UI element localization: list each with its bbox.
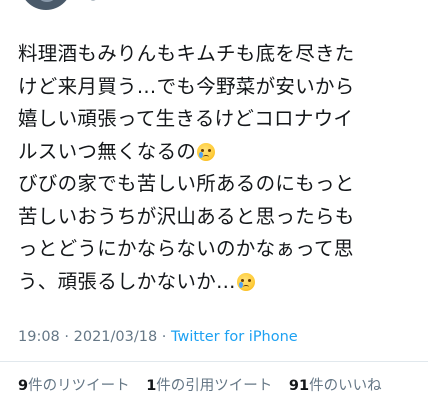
tweet-detail: @... 料理酒もみりんもキムチも底を尽きた けど来月買う…でも今野菜が安いから…: [0, 0, 428, 400]
meta-separator: ·: [59, 329, 74, 345]
tweet-time[interactable]: 19:08: [18, 329, 60, 345]
retweets-label: 件のリツイート: [28, 378, 130, 394]
tweet-line-4-wrap: ルスいつ無くなるの: [18, 136, 422, 169]
retweets-count: 9: [18, 378, 29, 394]
tweet-stats: 9件のリツイート 1件の引用ツイート 91件のいいね: [18, 374, 394, 395]
tweet-date[interactable]: 2021/03/18: [74, 329, 158, 345]
tweet-line-6: 苦しいおうちが沢山あると思ったらも: [18, 204, 355, 228]
quotes-stat[interactable]: 1件の引用ツイート: [146, 374, 272, 395]
tweet-line-7: っとどうにかならないのかなぁって思: [18, 237, 354, 260]
crying-face-icon: [236, 272, 255, 291]
tweet-line-2: けど来月買う…でも今野菜が安いから: [18, 74, 355, 98]
crying-face-icon: [197, 142, 216, 161]
quotes-count: 1: [146, 378, 157, 394]
likes-label: 件のいいね: [309, 378, 382, 394]
tweet-line-1: 料理酒もみりんもキムチも底を尽きた: [18, 42, 355, 65]
tweet-line-5: びびの家でも苦しい所あるのにもっと: [18, 172, 355, 195]
tweet-line-8-wrap: う、頑張るしかないか…: [18, 266, 422, 299]
tweet-line-3: 嬉しい頑張って生きるけどコロナウイ: [18, 107, 354, 130]
avatar[interactable]: [20, 0, 72, 10]
likes-stat[interactable]: 91件のいいね: [289, 374, 382, 395]
divider: [0, 361, 428, 362]
tweet-meta: 19:08 · 2021/03/18 · Twitter for iPhone: [18, 329, 298, 345]
retweets-stat[interactable]: 9件のリツイート: [18, 374, 130, 395]
tweet-text: 料理酒もみりんもキムチも底を尽きた けど来月買う…でも今野菜が安いから 嬉しい頑…: [18, 38, 422, 298]
author-handle[interactable]: @...: [86, 0, 113, 2]
quotes-label: 件の引用ツイート: [156, 378, 273, 394]
tweet-header: @...: [0, 0, 428, 10]
tweet-line-4: ルスいつ無くなるの: [18, 139, 197, 163]
likes-count: 91: [288, 378, 310, 394]
tweet-line-8: う、頑張るしかないか…: [18, 269, 236, 293]
meta-separator: ·: [157, 329, 172, 345]
tweet-source-link[interactable]: Twitter for iPhone: [171, 329, 298, 345]
